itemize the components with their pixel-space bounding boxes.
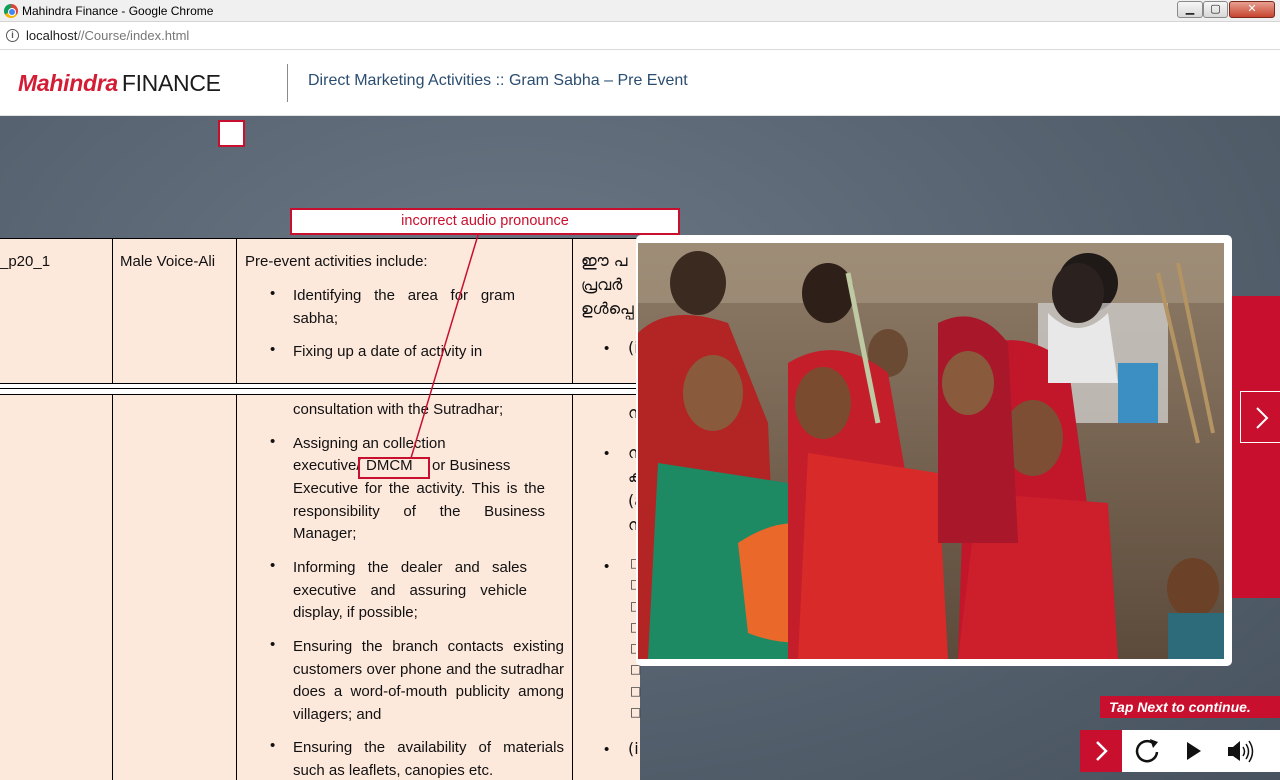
browser-title-bar: Mahindra Finance - Google Chrome ▁ ▢ ✕ [0, 0, 1280, 22]
audio-button[interactable] [1216, 730, 1262, 772]
speaker-icon [1228, 740, 1254, 763]
address-bar[interactable]: i localhost//Course/index.html [0, 22, 1280, 50]
minimize-button[interactable]: ▁ [1177, 1, 1203, 18]
player-controls [1080, 730, 1280, 772]
malayalam-line: ഈ പ [581, 251, 628, 270]
tap-next-label: Tap Next to continue. [1100, 696, 1280, 718]
logo-mahindra: Mahindra [18, 70, 118, 96]
course-stage: _p20_1 Male Voice-Ali Pre-event activiti… [0, 116, 1280, 780]
url-path: //Course/index.html [77, 28, 190, 43]
side-tab [1232, 296, 1280, 598]
list-item-continued: consultation with the Sutradhar; [293, 401, 504, 418]
logo-finance: FINANCE [121, 70, 221, 96]
list-item: Informing the dealer and sales executive… [293, 559, 527, 621]
list-item-fragment: or Business [432, 457, 511, 474]
script-id: _p20_1 [0, 253, 51, 270]
url-text[interactable]: localhost//Course/index.html [26, 28, 189, 43]
side-next-button[interactable] [1240, 391, 1280, 443]
chevron-right-icon [1096, 741, 1108, 761]
replay-icon [1135, 739, 1159, 763]
mahindra-finance-logo: Mahindra FINANCE [18, 70, 221, 97]
annotation-callout: incorrect audio pronounce [290, 208, 680, 235]
script-document: _p20_1 Male Voice-Ali Pre-event activiti… [0, 238, 644, 780]
play-icon [1187, 742, 1201, 760]
malayalam-line: പ്രവർ [581, 275, 623, 294]
replay-button[interactable] [1124, 730, 1170, 772]
table-row: _p20_1 Male Voice-Ali Pre-event activiti… [0, 238, 640, 385]
malayalam-line: (i [628, 739, 639, 758]
malayalam-line: ഉൾപ്പെ [581, 299, 634, 318]
url-host: localhost [26, 28, 78, 43]
list-item: Assigning an collection [293, 435, 446, 452]
table-row: consultation with the Sutradhar; • Assig… [0, 395, 644, 780]
course-header: Mahindra FINANCE Direct Marketing Activit… [0, 50, 1280, 116]
close-button[interactable]: ✕ [1229, 1, 1275, 18]
list-item: Ensuring the branch contacts existing cu… [293, 638, 564, 723]
list-item: Ensuring the availability of materials s… [293, 739, 564, 779]
maximize-button[interactable]: ▢ [1203, 1, 1228, 18]
dmcm-highlight-box [358, 457, 430, 479]
page-break [0, 384, 640, 395]
play-button[interactable] [1170, 730, 1216, 772]
list-item-fragment: Executive for the activity. This is the … [293, 480, 545, 542]
course-title: Direct Marketing Activities :: Gram Sabh… [308, 72, 688, 89]
next-button[interactable] [1080, 730, 1122, 772]
list-item: Identifying the area for gram sabha; [293, 287, 515, 327]
voice-label: Male Voice-Ali [120, 253, 216, 270]
village-women-photo [638, 243, 1224, 659]
chrome-icon [4, 4, 18, 18]
window-title: Mahindra Finance - Google Chrome [22, 4, 214, 18]
info-icon[interactable]: i [6, 29, 19, 42]
annotation-square [218, 120, 245, 147]
list-item: Fixing up a date of activity in [293, 343, 483, 360]
list-item-fragment: executive/ [293, 457, 361, 474]
image-panel [636, 235, 1232, 666]
chevron-right-icon [1256, 407, 1269, 429]
intro-text: Pre-event activities include: [245, 253, 428, 270]
header-divider [287, 64, 288, 102]
